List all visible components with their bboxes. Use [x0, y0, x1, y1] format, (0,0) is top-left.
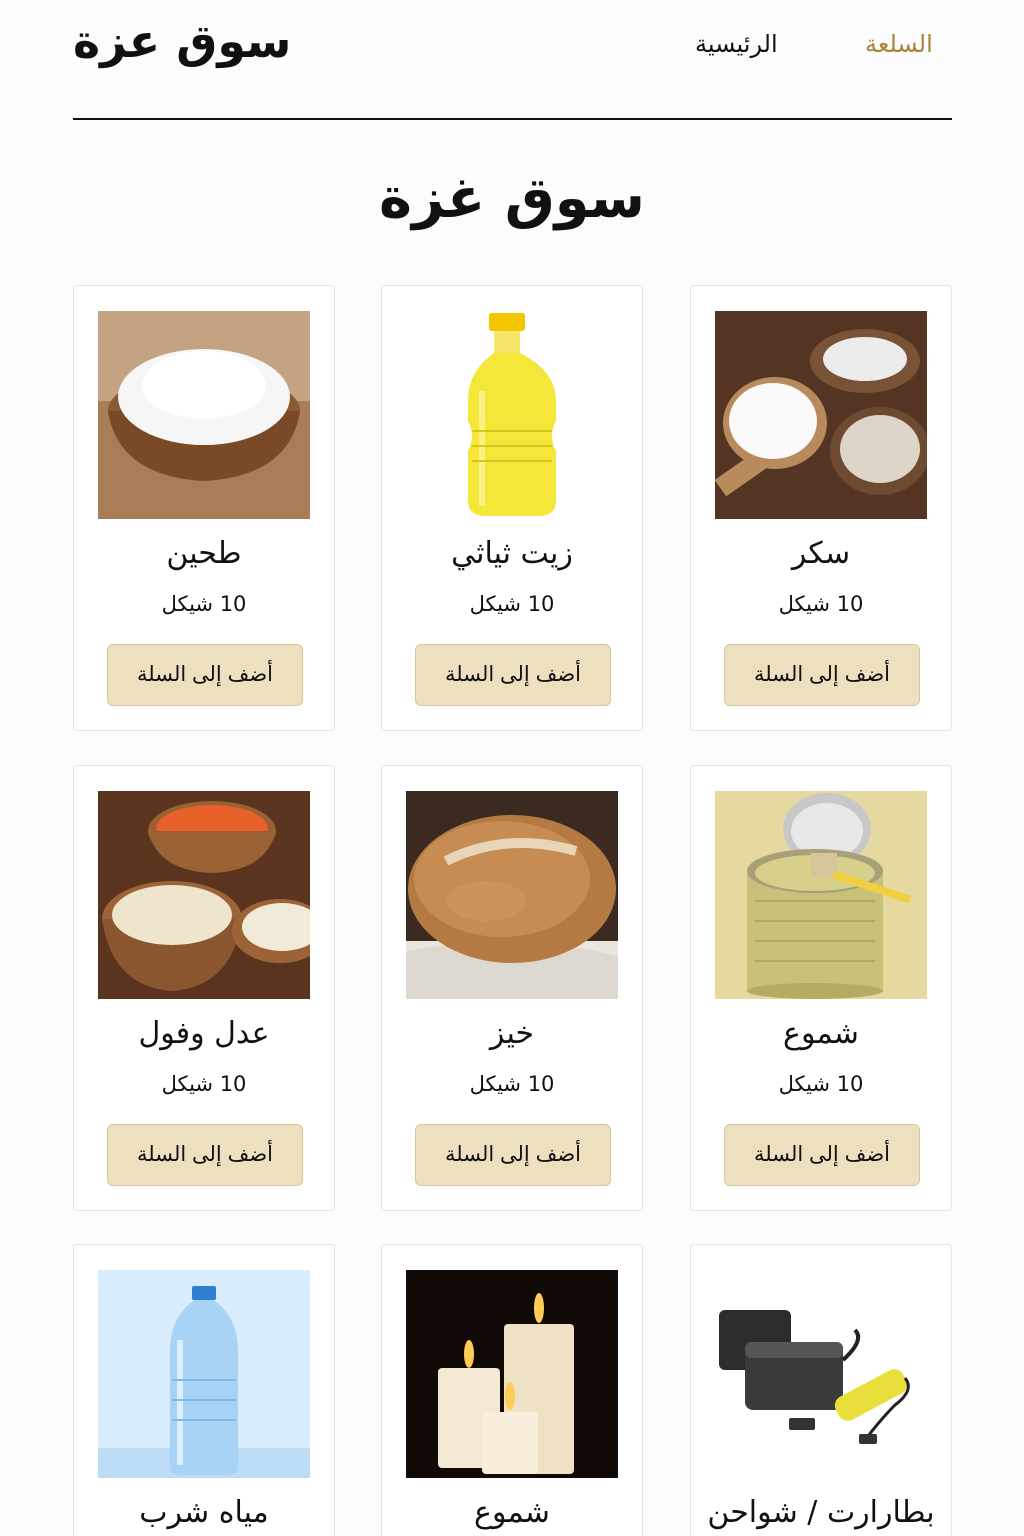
product-price: 10 شيكل	[161, 592, 247, 616]
product-name: شموع	[783, 1016, 859, 1051]
product-card-candles: شموع	[381, 1244, 643, 1536]
product-name: طحين	[166, 536, 242, 571]
water-bottle-image	[98, 1270, 310, 1478]
site-logo[interactable]: سوق عزة	[73, 14, 291, 68]
product-name: بطارارت / شواحن	[707, 1495, 935, 1530]
product-card-can: شموع 10 شيكل أضف إلى السلة	[690, 765, 952, 1211]
nav-link-home[interactable]: الرئيسية	[695, 30, 778, 58]
product-price: 10 شيكل	[469, 1072, 555, 1096]
product-card-oil: زيت ثياثي 10 شيكل أضف إلى السلة	[381, 285, 643, 731]
batteries-image	[715, 1270, 927, 1478]
sugar-image	[715, 311, 927, 519]
add-to-cart-button[interactable]: أضف إلى السلة	[415, 1124, 611, 1186]
product-name: خيز	[489, 1016, 535, 1051]
product-price: 10 شيكل	[161, 1072, 247, 1096]
add-to-cart-button[interactable]: أضف إلى السلة	[724, 1124, 920, 1186]
product-price: 10 شيكل	[778, 592, 864, 616]
nav-link-cart[interactable]: السلعة	[865, 30, 933, 58]
product-card-bread: خيز 10 شيكل أضف إلى السلة	[381, 765, 643, 1211]
add-to-cart-button[interactable]: أضف إلى السلة	[724, 644, 920, 706]
product-price: 10 شيكل	[469, 592, 555, 616]
oil-bottle-image	[406, 311, 618, 519]
product-card-flour: طحين 10 شيكل أضف إلى السلة	[73, 285, 335, 731]
product-name: شموع	[474, 1495, 550, 1530]
product-name: عدل وفول	[138, 1016, 270, 1051]
add-to-cart-button[interactable]: أضف إلى السلة	[107, 1124, 303, 1186]
add-to-cart-button[interactable]: أضف إلى السلة	[415, 644, 611, 706]
product-card-sugar: سكر 10 شيكل أضف إلى السلة	[690, 285, 952, 731]
product-name: سكر	[791, 536, 851, 571]
product-card-batteries: بطارارت / شواحن	[690, 1244, 952, 1536]
product-card-water: مياه شرب	[73, 1244, 335, 1536]
page-title: سوق غزة	[379, 166, 645, 231]
milk-can-image	[715, 791, 927, 999]
lentils-beans-image	[98, 791, 310, 999]
product-price: 10 شيكل	[778, 1072, 864, 1096]
candles-image	[406, 1270, 618, 1478]
add-to-cart-button[interactable]: أضف إلى السلة	[107, 644, 303, 706]
product-card-lentils: عدل وفول 10 شيكل أضف إلى السلة	[73, 765, 335, 1211]
bread-image	[406, 791, 618, 999]
site-header: سوق عزة الرئيسية السلعة	[73, 0, 952, 120]
flour-bowl-image	[98, 311, 310, 519]
product-name: مياه شرب	[139, 1495, 269, 1530]
product-name: زيت ثياثي	[451, 536, 573, 571]
